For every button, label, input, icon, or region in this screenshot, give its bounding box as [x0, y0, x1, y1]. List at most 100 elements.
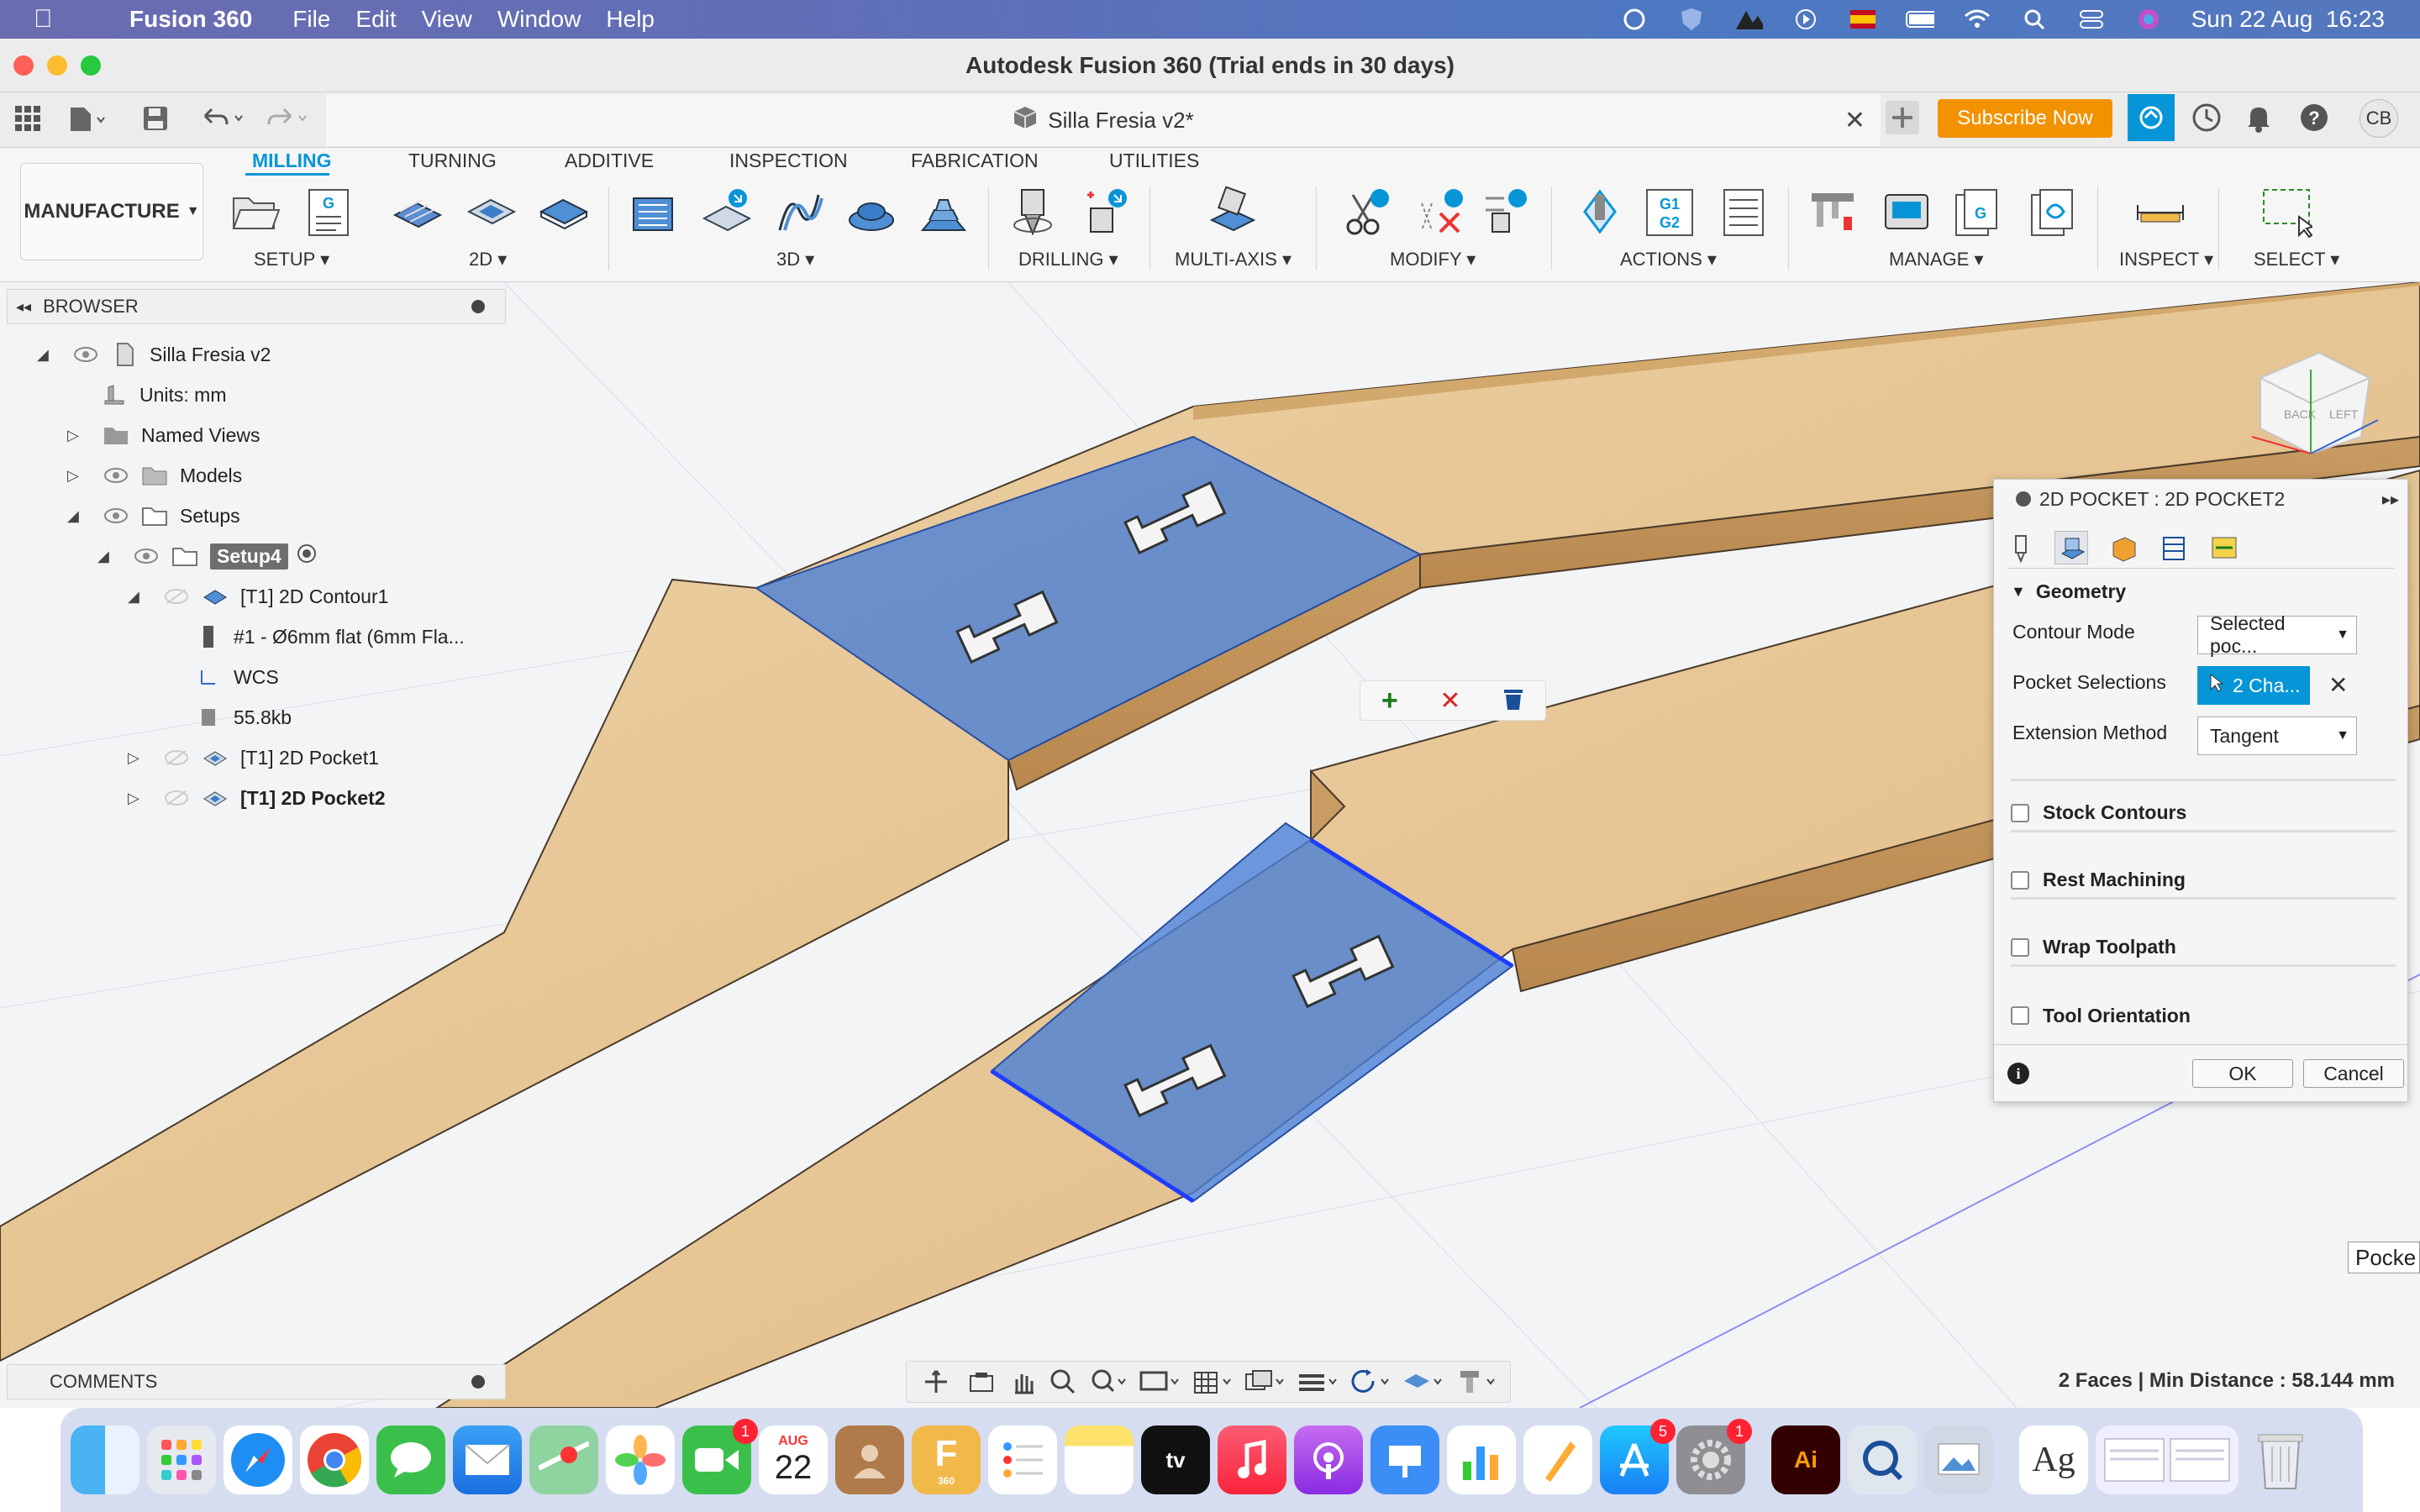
group-manage[interactable]: MANAGE ▾: [1889, 249, 1984, 270]
font-book-icon[interactable]: Ag: [2019, 1425, 2088, 1494]
file-menu-icon[interactable]: [67, 104, 106, 137]
comments-panel-header[interactable]: COMMENTS: [7, 1364, 506, 1399]
face-icon[interactable]: [538, 186, 590, 239]
tree-setup4[interactable]: ◢ Setup4: [97, 538, 317, 575]
template-library-icon[interactable]: [2027, 186, 2079, 239]
expand-triangle-icon[interactable]: ▷: [67, 467, 84, 485]
app-menu[interactable]: Fusion 360: [129, 6, 252, 33]
orbit-move-icon[interactable]: [921, 1368, 955, 1396]
eye-hidden-icon[interactable]: [163, 583, 190, 610]
tool-orientation-checkbox[interactable]: [2011, 1006, 2029, 1025]
spotlight-search-icon[interactable]: [2020, 7, 2049, 32]
group-drilling[interactable]: DRILLING ▾: [1018, 249, 1118, 270]
tab-inspection[interactable]: INSPECTION: [729, 150, 848, 172]
clear-selection-icon[interactable]: ✕: [1439, 686, 1460, 716]
eye-icon[interactable]: [133, 543, 160, 570]
eye-hidden-icon[interactable]: [163, 785, 190, 811]
clear-selections-icon[interactable]: ✕: [2328, 671, 2348, 699]
contacts-icon[interactable]: [835, 1425, 904, 1494]
ok-button[interactable]: OK: [2192, 1059, 2293, 1088]
appletv-icon[interactable]: tv: [1141, 1425, 1210, 1494]
g1g2-icon[interactable]: G1G2: [1644, 186, 1696, 239]
group-3d[interactable]: 3D ▾: [776, 249, 814, 270]
folder-open-icon[interactable]: [229, 186, 281, 239]
tab-fabrication[interactable]: FABRICATION: [911, 150, 1039, 172]
2d-pocket-icon[interactable]: [466, 186, 518, 239]
delete-selection-icon[interactable]: [1415, 186, 1467, 239]
calendar-icon[interactable]: AUG 22: [759, 1425, 828, 1494]
system-preferences-icon[interactable]: 1: [1676, 1419, 1752, 1494]
post-library-icon[interactable]: G: [1951, 186, 2003, 239]
passes-tab-icon[interactable]: [2159, 533, 2189, 563]
dialog-header[interactable]: 2D POCKET : 2D POCKET2 ▸▸: [1994, 480, 2407, 518]
zoom-window-button[interactable]: [81, 55, 101, 76]
dialog-expand-icon[interactable]: ▸▸: [2382, 489, 2399, 510]
group-multi-axis[interactable]: MULTI-AXIS ▾: [1175, 249, 1292, 270]
heights-tab-icon[interactable]: [2108, 533, 2139, 563]
fusion360-dock-icon[interactable]: F 360: [912, 1425, 981, 1494]
recent-documents-stack[interactable]: [2096, 1425, 2238, 1494]
rest-machining-checkbox[interactable]: [2011, 870, 2029, 890]
nc-program-icon[interactable]: G: [302, 186, 355, 239]
simulate-icon[interactable]: [1575, 186, 1627, 239]
tree-contour1[interactable]: ◢ [T1] 2D Contour1: [128, 578, 388, 615]
scallop-icon[interactable]: [918, 186, 970, 239]
launchpad-icon[interactable]: [147, 1425, 216, 1494]
drill-icon[interactable]: [1007, 186, 1059, 239]
expand-triangle-icon[interactable]: ◢: [97, 548, 114, 565]
info-icon[interactable]: i: [2007, 1063, 2029, 1084]
menu-file[interactable]: File: [292, 6, 330, 33]
activate-radio-icon[interactable]: [297, 543, 317, 569]
tool-display-icon[interactable]: [1455, 1368, 1496, 1396]
numbers-icon[interactable]: [1447, 1425, 1516, 1494]
3d-pocket-icon[interactable]: [701, 186, 753, 239]
refresh-icon[interactable]: [1349, 1368, 1390, 1396]
add-comment-icon[interactable]: [471, 1375, 485, 1389]
setup-sheet-icon[interactable]: [1718, 186, 1770, 239]
group-2d[interactable]: 2D ▾: [469, 249, 507, 270]
grid-settings-icon[interactable]: [1192, 1368, 1232, 1396]
display-settings-icon[interactable]: [1139, 1368, 1180, 1396]
stock-contours-option[interactable]: Stock Contours: [2011, 795, 2396, 832]
collapse-browser-icon[interactable]: ◂◂: [16, 298, 31, 316]
battery-icon[interactable]: [1905, 7, 1934, 32]
siri-icon[interactable]: [2134, 7, 2163, 32]
tree-size[interactable]: 55.8kb: [195, 699, 292, 736]
new-tab-icon[interactable]: [1886, 101, 1919, 139]
job-status-icon[interactable]: [2190, 101, 2223, 139]
view-cube[interactable]: BACK LEFT: [2235, 319, 2386, 462]
tool-library-icon[interactable]: [1807, 186, 1859, 239]
layers-icon[interactable]: [1297, 1368, 1338, 1396]
tool-orientation-option[interactable]: Tool Orientation: [2011, 997, 2396, 1034]
control-center-icon[interactable]: [2077, 7, 2106, 32]
maps-icon[interactable]: [529, 1425, 598, 1494]
music-icon[interactable]: [1218, 1425, 1286, 1494]
stock-display-icon[interactable]: [1402, 1368, 1443, 1396]
contour-3d-icon[interactable]: [845, 186, 897, 239]
document-tab[interactable]: Silla Fresia v2* ✕: [326, 94, 1881, 146]
expand-triangle-icon[interactable]: ▷: [67, 427, 84, 444]
tab-additive[interactable]: ADDITIVE: [565, 150, 654, 172]
contour-mode-select[interactable]: Selected poc... ▼: [2197, 612, 2357, 657]
cancel-button[interactable]: Cancel: [2303, 1059, 2404, 1088]
add-selection-icon[interactable]: +: [1381, 685, 1398, 717]
eye-icon[interactable]: [103, 462, 129, 489]
subscribe-now-button[interactable]: Subscribe Now: [1938, 99, 2112, 138]
help-icon[interactable]: ?: [2297, 101, 2331, 139]
minimize-window-button[interactable]: [47, 55, 67, 76]
group-select[interactable]: SELECT ▾: [2254, 249, 2339, 270]
undo-icon[interactable]: [200, 104, 247, 137]
tab-utilities[interactable]: UTILITIES: [1109, 150, 1199, 172]
tree-named-views[interactable]: ▷ Named Views: [67, 417, 260, 454]
pan-hand-icon[interactable]: [1008, 1368, 1037, 1396]
apple-icon[interactable]: : [34, 5, 76, 34]
creative-cloud-icon[interactable]: [1620, 7, 1649, 32]
tree-pocket2[interactable]: ▷ [T1] 2D Pocket2: [128, 780, 386, 816]
stock-contours-checkbox[interactable]: [2011, 803, 2029, 822]
illustrator-icon[interactable]: Ai: [1771, 1425, 1840, 1494]
tree-wcs[interactable]: WCS: [195, 659, 279, 696]
extensions-icon[interactable]: [2128, 94, 2175, 141]
menubar-clock[interactable]: Sun 22 Aug 16:23: [2191, 6, 2385, 33]
close-tab-icon[interactable]: ✕: [1844, 106, 1865, 135]
chrome-icon[interactable]: [300, 1425, 369, 1494]
